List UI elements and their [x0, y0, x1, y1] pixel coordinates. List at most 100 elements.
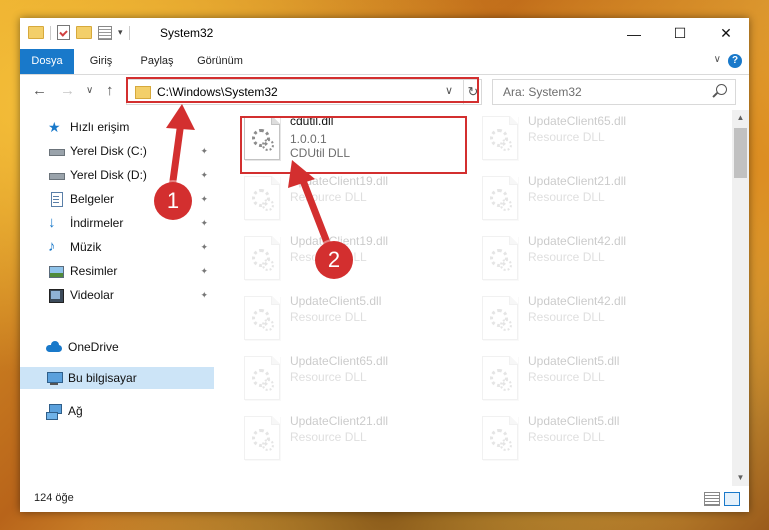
toolbar-divider [128, 25, 130, 40]
star-icon: ★ [48, 119, 61, 135]
window-title: System32 [160, 26, 214, 40]
pin-icon[interactable]: ✦ [200, 218, 208, 229]
dll-file-icon [482, 116, 518, 160]
pin-icon[interactable]: ✦ [200, 194, 208, 205]
network-icon [46, 404, 62, 420]
tab-share[interactable]: Paylaş [132, 49, 182, 74]
help-icon[interactable]: ? [728, 54, 742, 68]
up-arrow-icon[interactable]: ↑ [106, 82, 114, 99]
file-name: UpdateClient5.dll [528, 414, 620, 428]
forward-arrow-icon[interactable]: → [60, 82, 75, 99]
file-description: Resource DLL [528, 130, 605, 144]
dll-file-icon [482, 356, 518, 400]
search-input[interactable]: Ara: System32 [492, 79, 736, 105]
sidebar-item-local-disk-d[interactable]: Yerel Disk (D:) ✦ [20, 164, 214, 186]
file-name: UpdateClient65.dll [528, 114, 627, 128]
tab-view[interactable]: Görünüm [188, 49, 252, 74]
sidebar-item-music[interactable]: ♪ Müzik ✦ [20, 236, 214, 258]
pin-icon[interactable]: ✦ [200, 242, 208, 253]
navigation-bar: ← → ∨ ↑ C:\Windows\System32 ∨ ↻ Ara: Sys… [20, 75, 749, 109]
file-tile[interactable]: UpdateClient19.dll Resource DLL [236, 172, 466, 224]
refresh-icon[interactable]: ↻ [463, 80, 482, 104]
documents-icon [48, 192, 64, 207]
sidebar-item-pictures[interactable]: Resimler ✦ [20, 260, 214, 282]
sidebar-item-label: Hızlı erişim [70, 120, 130, 134]
dll-file-icon [482, 416, 518, 460]
pictures-icon [48, 264, 64, 278]
details-view-icon[interactable] [704, 492, 720, 506]
cloud-icon [46, 340, 62, 354]
customize-toolbar-chevron-icon[interactable]: ▾ [118, 27, 123, 38]
recent-locations-chevron-icon[interactable]: ∨ [86, 85, 93, 96]
sidebar-item-local-disk-c[interactable]: Yerel Disk (C:) ✦ [20, 140, 214, 162]
ribbon-collapse-chevron-icon[interactable]: ∨ [714, 54, 721, 65]
back-arrow-icon[interactable]: ← [32, 82, 47, 99]
item-count: 124 öğe [34, 492, 74, 504]
file-tile[interactable]: UpdateClient65.dll Resource DLL [236, 352, 466, 404]
search-icon[interactable] [716, 84, 727, 95]
sidebar-item-videos[interactable]: Videolar ✦ [20, 284, 214, 306]
new-folder-icon[interactable] [76, 26, 92, 39]
file-description: Resource DLL [528, 190, 605, 204]
tab-file[interactable]: Dosya [20, 49, 74, 74]
dll-file-icon [244, 416, 280, 460]
file-highlight-box [240, 116, 467, 174]
large-icons-view-icon[interactable] [724, 492, 740, 506]
dll-file-icon [482, 236, 518, 280]
pin-icon[interactable]: ✦ [200, 266, 208, 277]
file-description: Resource DLL [290, 310, 367, 324]
minimize-button[interactable]: — [611, 18, 657, 49]
pin-icon[interactable]: ✦ [200, 146, 208, 157]
dll-file-icon [482, 176, 518, 220]
pin-icon[interactable]: ✦ [200, 290, 208, 301]
scrollbar-thumb[interactable] [734, 128, 747, 178]
file-tile[interactable]: UpdateClient5.dll Resource DLL [474, 412, 704, 464]
file-tile[interactable]: UpdateClient5.dll Resource DLL [474, 352, 704, 404]
address-bar[interactable]: C:\Windows\System32 ∨ ↻ [126, 79, 482, 105]
folder-icon [28, 26, 44, 39]
toolbar-divider [50, 25, 51, 40]
tab-home[interactable]: Giriş [78, 49, 124, 74]
vertical-scrollbar[interactable]: ▲ ▼ [732, 110, 749, 486]
maximize-button[interactable]: ☐ [657, 18, 703, 49]
sidebar-item-label: İndirmeler [70, 216, 124, 230]
videos-icon [48, 288, 64, 303]
sidebar-item-quick-access[interactable]: ★ Hızlı erişim [20, 116, 214, 138]
sidebar-item-network[interactable]: Ağ [20, 400, 214, 422]
file-description: Resource DLL [528, 430, 605, 444]
file-tile[interactable]: UpdateClient65.dll Resource DLL [474, 112, 704, 164]
file-description: Resource DLL [290, 190, 367, 204]
file-tile[interactable]: UpdateClient5.dll Resource DLL [236, 292, 466, 344]
properties-check-icon[interactable] [57, 25, 70, 40]
sidebar-item-this-pc[interactable]: Bu bilgisayar [20, 367, 214, 389]
scroll-up-arrow-icon[interactable]: ▲ [732, 110, 749, 126]
close-button[interactable]: ✕ [703, 18, 749, 49]
quick-access-toolbar: ▾ [28, 25, 130, 40]
sidebar-item-label: Müzik [70, 240, 102, 254]
properties-icon[interactable] [98, 25, 112, 40]
file-name: UpdateClient42.dll [528, 234, 627, 248]
sidebar-item-label: Belgeler [70, 192, 115, 206]
sidebar-item-label: Yerel Disk (C:) [70, 144, 147, 158]
file-tile[interactable]: UpdateClient42.dll Resource DLL [474, 232, 704, 284]
file-tile[interactable]: UpdateClient21.dll Resource DLL [474, 172, 704, 224]
title-bar: ▾ System32 — ☐ ✕ [20, 18, 749, 49]
file-description: Resource DLL [290, 370, 367, 384]
dll-file-icon [244, 176, 280, 220]
file-name: UpdateClient65.dll [290, 354, 389, 368]
address-dropdown-chevron-icon[interactable]: ∨ [445, 84, 453, 97]
sidebar-item-onedrive[interactable]: OneDrive [20, 336, 214, 358]
file-name: UpdateClient19.dll [290, 174, 389, 188]
callout-1: 1 [154, 182, 192, 220]
file-tile[interactable]: UpdateClient42.dll Resource DLL [474, 292, 704, 344]
file-name: UpdateClient21.dll [290, 414, 389, 428]
file-tile[interactable]: UpdateClient21.dll Resource DLL [236, 412, 466, 464]
drive-icon [48, 168, 65, 182]
sidebar-item-label: Resimler [70, 264, 118, 278]
navigation-pane: ★ Hızlı erişim Yerel Disk (C:) ✦ Yerel D… [20, 110, 214, 486]
pin-icon[interactable]: ✦ [200, 170, 208, 181]
dll-file-icon [244, 296, 280, 340]
scroll-down-arrow-icon[interactable]: ▼ [732, 470, 749, 486]
file-name: UpdateClient21.dll [528, 174, 627, 188]
address-path[interactable]: C:\Windows\System32 [157, 85, 278, 99]
